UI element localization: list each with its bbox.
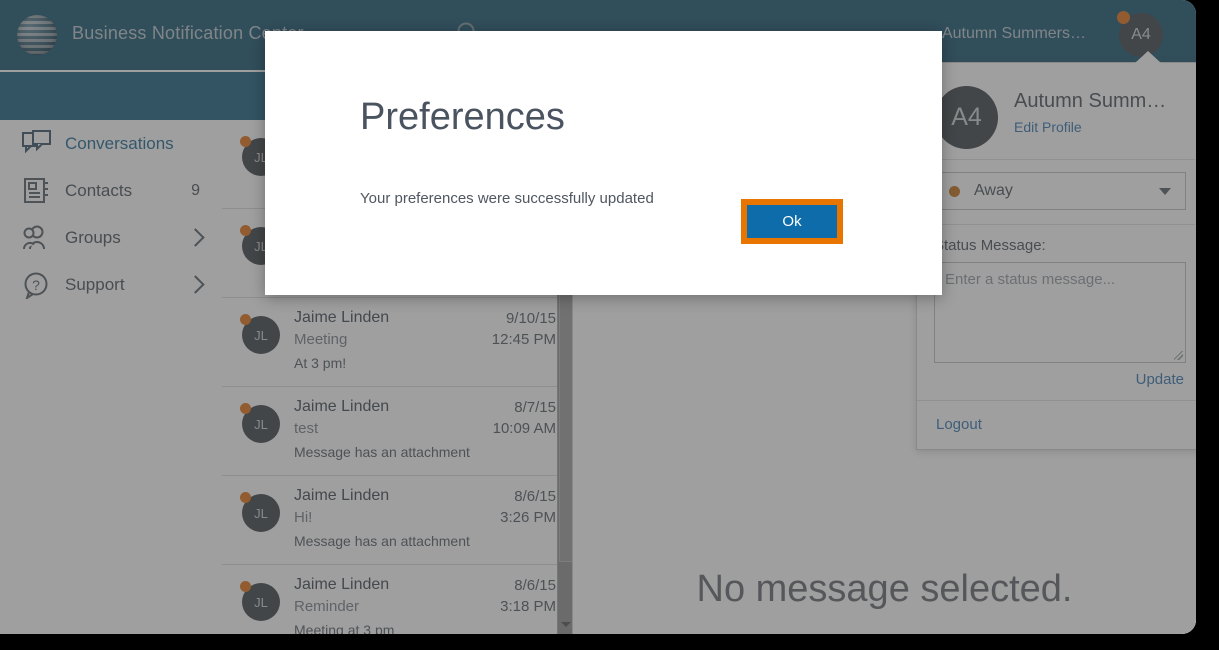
preferences-dialog: Preferences Your preferences were succes… xyxy=(265,31,942,295)
device-bezel: Business Notification Center Autumn Summ… xyxy=(0,0,1219,650)
dialog-title: Preferences xyxy=(360,96,565,138)
app-screen: Business Notification Center Autumn Summ… xyxy=(0,0,1196,634)
dialog-message: Your preferences were successfully updat… xyxy=(360,190,654,207)
ok-button-focus-ring: Ok xyxy=(741,199,843,244)
ok-button[interactable]: Ok xyxy=(747,205,837,238)
